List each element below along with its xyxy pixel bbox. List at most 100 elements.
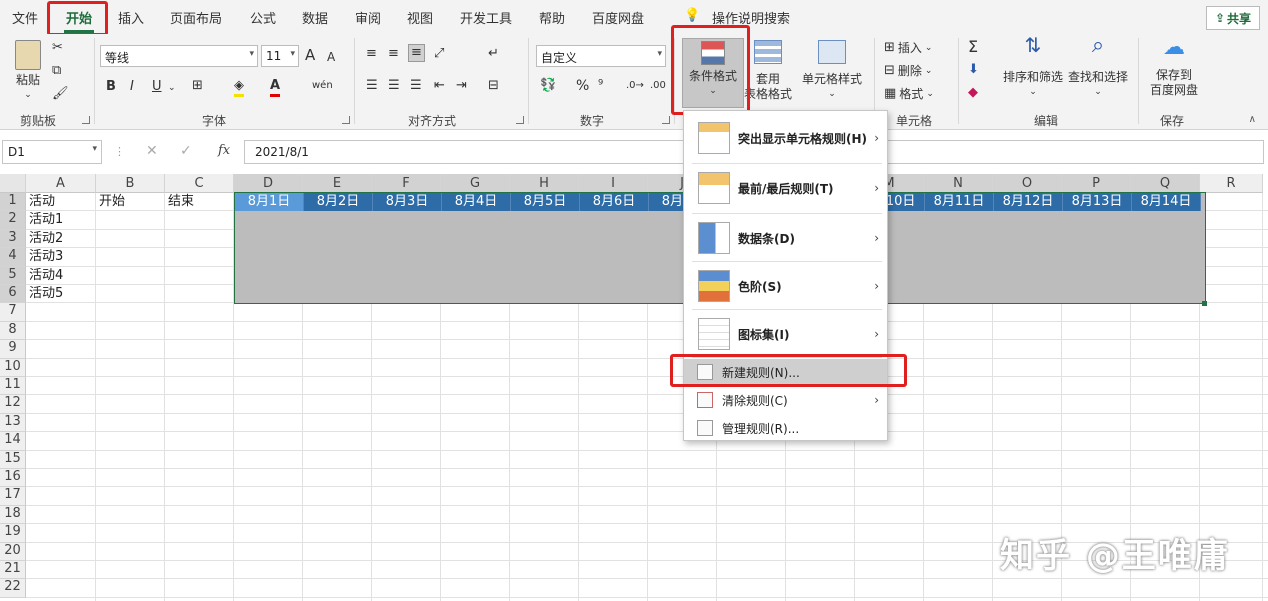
orientation-icon[interactable]: ⤢: [434, 46, 444, 62]
font-name-combo[interactable]: 等线 ▾: [100, 45, 258, 67]
cut-icon[interactable]: ✂: [52, 40, 63, 56]
fill-color-icon[interactable]: ◈: [234, 78, 244, 97]
italic-button[interactable]: I: [130, 79, 134, 95]
percent-button[interactable]: %: [576, 78, 589, 94]
date-cell[interactable]: 8月11日: [925, 193, 994, 211]
row-header-14[interactable]: 14: [0, 432, 26, 451]
number-format-combo[interactable]: 自定义 ▾: [536, 45, 666, 67]
row-header-2[interactable]: 2: [0, 211, 26, 230]
date-cell[interactable]: 8月1日: [235, 193, 304, 211]
cell-a5[interactable]: 活动4: [29, 267, 63, 285]
enter-check-icon[interactable]: ✓: [180, 143, 192, 159]
grow-font-icon[interactable]: A: [305, 47, 315, 63]
align-left-icon[interactable]: ☰: [366, 78, 378, 94]
tab-view[interactable]: 视图: [407, 8, 433, 27]
tab-baidu[interactable]: 百度网盘: [592, 8, 644, 27]
launcher-icon[interactable]: [662, 116, 670, 124]
cell-a6[interactable]: 活动5: [29, 285, 63, 303]
column-header-b[interactable]: B: [96, 174, 165, 193]
cell-a4[interactable]: 活动3: [29, 248, 63, 266]
row-header-13[interactable]: 13: [0, 413, 26, 433]
column-header-f[interactable]: F: [372, 174, 441, 193]
column-header-h[interactable]: H: [510, 174, 579, 193]
comma-style-icon[interactable]: ⁹: [598, 78, 603, 94]
cell-a2[interactable]: 活动1: [29, 211, 63, 229]
decrease-decimal-icon[interactable]: .00: [650, 78, 666, 94]
increase-indent-icon[interactable]: ⇥: [456, 78, 467, 94]
tab-formulas[interactable]: 公式: [250, 8, 276, 27]
row-header-19[interactable]: 19: [0, 524, 26, 543]
sort-filter-button[interactable]: ⇅ 排序和筛选 ⌄: [1002, 35, 1064, 100]
row-header-15[interactable]: 15: [0, 450, 26, 469]
row-header-7[interactable]: 7: [0, 303, 26, 322]
column-header-d[interactable]: D: [234, 174, 303, 193]
name-box[interactable]: D1 ▾: [2, 140, 102, 164]
increase-decimal-icon[interactable]: .0→: [626, 78, 644, 94]
merge-center-icon[interactable]: ⊟: [488, 78, 499, 94]
insert-cells-button[interactable]: ⊞ 插入 ⌄: [884, 39, 932, 56]
column-header-e[interactable]: E: [303, 174, 372, 193]
row-header-1[interactable]: 1: [0, 193, 26, 212]
collapse-ribbon-icon[interactable]: ∧: [1249, 114, 1256, 125]
tab-data[interactable]: 数据: [302, 8, 328, 27]
font-color-icon[interactable]: A: [270, 78, 281, 97]
fill-handle[interactable]: [1202, 301, 1207, 306]
autosum-icon[interactable]: Σ: [968, 39, 978, 55]
column-header-o[interactable]: O: [993, 174, 1062, 193]
cell-b1[interactable]: 开始: [99, 193, 125, 211]
date-cell[interactable]: 8月5日: [511, 193, 580, 211]
row-header-22[interactable]: 22: [0, 579, 26, 598]
align-top-icon[interactable]: ≡: [366, 46, 377, 62]
column-header-a[interactable]: A: [26, 174, 96, 193]
tab-insert[interactable]: 插入: [118, 8, 144, 27]
border-icon[interactable]: ⊞: [192, 78, 203, 94]
tab-file[interactable]: 文件: [12, 8, 38, 27]
column-header-c[interactable]: C: [165, 174, 234, 193]
column-header-n[interactable]: N: [924, 174, 993, 193]
tab-review[interactable]: 审阅: [355, 8, 381, 27]
row-header-8[interactable]: 8: [0, 321, 26, 341]
row-header-6[interactable]: 6: [0, 285, 26, 304]
row-header-12[interactable]: 12: [0, 395, 26, 414]
select-all-corner[interactable]: [0, 174, 26, 193]
tab-page-layout[interactable]: 页面布局: [170, 8, 222, 27]
share-button[interactable]: ⇪ 共享: [1206, 6, 1260, 30]
align-center-icon[interactable]: ☰: [388, 78, 400, 94]
wrap-text-icon[interactable]: ↵: [488, 46, 499, 62]
launcher-icon[interactable]: [516, 116, 524, 124]
column-header-q[interactable]: Q: [1131, 174, 1200, 193]
font-size-combo[interactable]: 11 ▾: [261, 45, 299, 67]
menu-item-icon-sets[interactable]: 图标集(I) ›: [684, 311, 887, 357]
paste-button[interactable]: 粘贴 ⌄: [10, 40, 46, 103]
clear-eraser-icon[interactable]: ◆: [968, 85, 978, 101]
cell-a3[interactable]: 活动2: [29, 230, 63, 248]
delete-cells-button[interactable]: ⊟ 删除 ⌄: [884, 62, 932, 79]
currency-icon[interactable]: 💱: [540, 78, 556, 94]
launcher-icon[interactable]: [82, 116, 90, 124]
menu-item-clear-rules[interactable]: 清除规则(C) ›: [684, 387, 887, 413]
insert-function-icon[interactable]: fx: [218, 143, 230, 158]
tab-help[interactable]: 帮助: [539, 8, 565, 27]
menu-item-highlight-rules[interactable]: 突出显示单元格规则(H) ›: [684, 115, 887, 161]
menu-item-top-bottom-rules[interactable]: 最前/最后规则(T) ›: [684, 165, 887, 211]
date-cell[interactable]: 8月12日: [994, 193, 1063, 211]
cell-styles-button[interactable]: 单元格样式 ⌄: [800, 40, 864, 102]
launcher-icon[interactable]: [342, 116, 350, 124]
save-to-baidu-button[interactable]: ☁ 保存到 百度网盘: [1146, 37, 1202, 98]
phonetic-icon[interactable]: wén: [312, 78, 333, 94]
cell-c1[interactable]: 结束: [168, 193, 194, 211]
row-header-4[interactable]: 4: [0, 248, 26, 267]
find-select-button[interactable]: ⌕ 查找和选择 ⌄: [1066, 35, 1130, 100]
row-header-21[interactable]: 21: [0, 561, 26, 580]
date-cell[interactable]: 8月3日: [373, 193, 442, 211]
bold-button[interactable]: B: [106, 79, 116, 95]
format-painter-icon[interactable]: 🖌: [52, 86, 69, 102]
column-header-g[interactable]: G: [441, 174, 510, 193]
row-header-17[interactable]: 17: [0, 487, 26, 506]
shrink-font-icon[interactable]: A: [327, 49, 335, 65]
row-header-9[interactable]: 9: [0, 340, 26, 359]
copy-icon[interactable]: ⧉: [52, 63, 61, 79]
row-header-10[interactable]: 10: [0, 358, 26, 377]
align-middle-icon[interactable]: ≡: [388, 46, 399, 62]
menu-item-color-scales[interactable]: 色阶(S) ›: [684, 263, 887, 309]
